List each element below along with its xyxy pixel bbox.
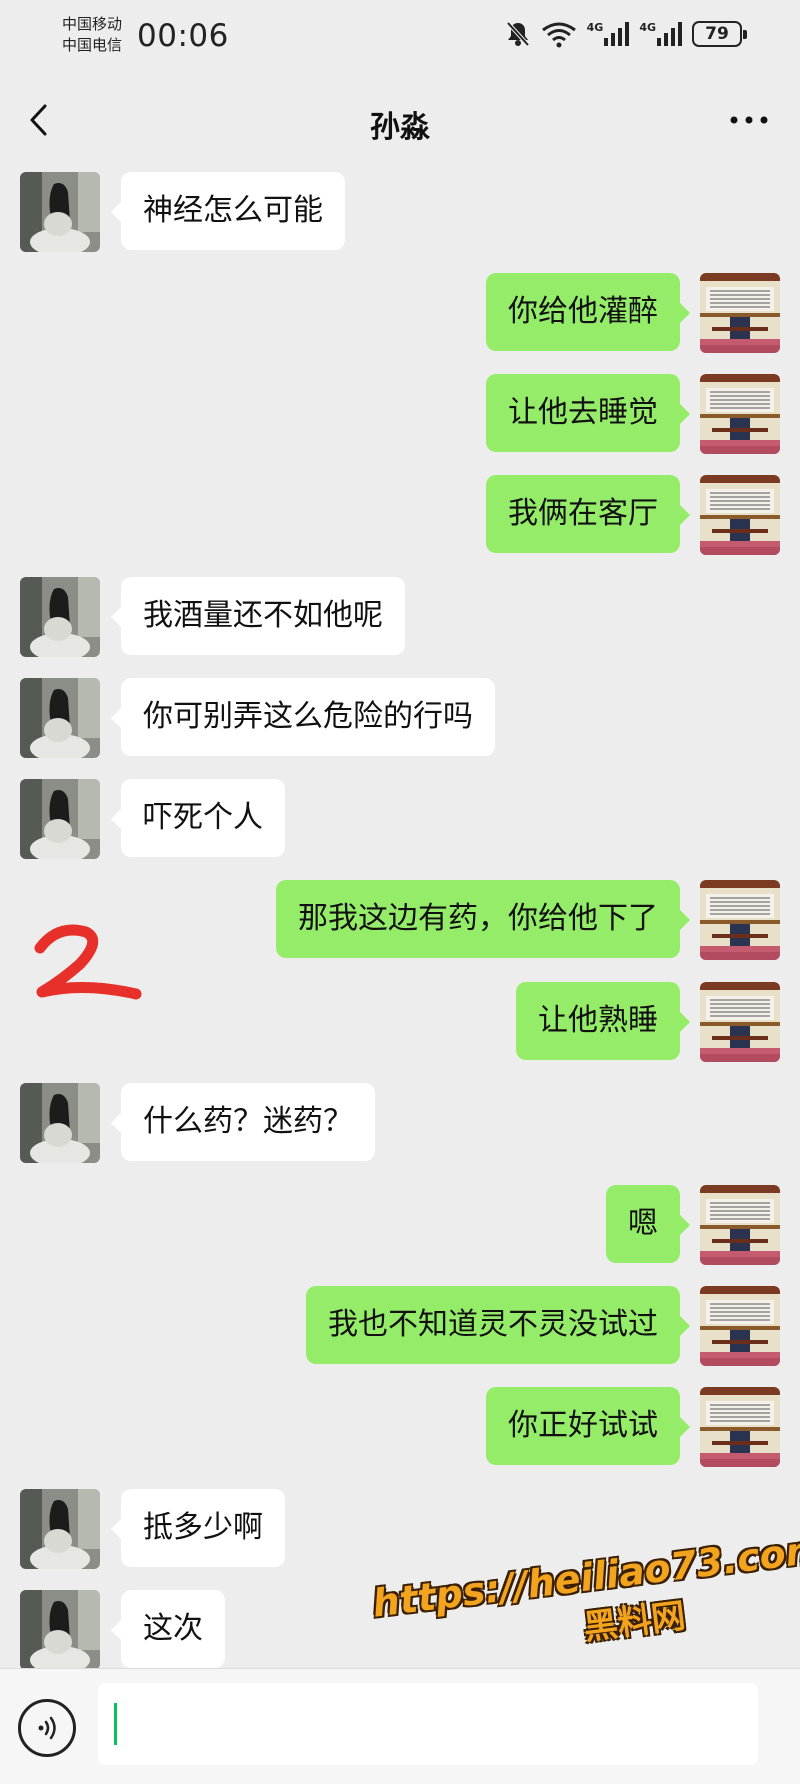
more-button[interactable] bbox=[726, 102, 772, 138]
carrier-1: 中国移动 bbox=[62, 15, 123, 33]
message-item: 神经怎么可能 bbox=[0, 172, 800, 252]
mute-bell-icon bbox=[505, 20, 531, 48]
self-avatar[interactable] bbox=[700, 1286, 780, 1366]
status-time: 00:06 bbox=[137, 18, 229, 54]
message-bubble[interactable]: 神经怎么可能 bbox=[111, 172, 345, 250]
chat-header: 孙淼 bbox=[0, 80, 800, 162]
message-bubble[interactable]: 那我这边有药，你给他下了 bbox=[276, 880, 690, 958]
input-bar bbox=[0, 1668, 800, 1784]
message-bubble[interactable]: 这次 bbox=[111, 1590, 225, 1668]
battery-icon: 79 bbox=[692, 21, 747, 47]
contact-avatar[interactable] bbox=[20, 678, 100, 758]
message-item: 让他去睡觉 bbox=[0, 374, 800, 454]
message-item: 我酒量还不如他呢 bbox=[0, 577, 800, 657]
network-type: 4G bbox=[586, 21, 604, 34]
message-item: 我俩在客厅 bbox=[0, 475, 800, 555]
message-item: 嗯 bbox=[0, 1185, 800, 1265]
message-bubble[interactable]: 你可别弄这么危险的行吗 bbox=[111, 678, 495, 756]
chat-title: 孙淼 bbox=[370, 110, 430, 145]
message-item: 你正好试试 bbox=[0, 1387, 800, 1467]
contact-avatar[interactable] bbox=[20, 1489, 100, 1569]
message-bubble[interactable]: 我俩在客厅 bbox=[486, 475, 690, 553]
message-bubble[interactable]: 让他去睡觉 bbox=[486, 374, 690, 452]
self-avatar[interactable] bbox=[700, 273, 780, 353]
self-avatar[interactable] bbox=[700, 1185, 780, 1265]
signal-icon: 4G bbox=[587, 21, 630, 47]
self-avatar[interactable] bbox=[700, 982, 780, 1062]
message-item: 吓死个人 bbox=[0, 779, 800, 859]
battery-level: 79 bbox=[705, 24, 729, 44]
contact-avatar[interactable] bbox=[20, 172, 100, 252]
message-bubble[interactable]: 什么药？迷药？ bbox=[111, 1083, 375, 1161]
network-type: 4G bbox=[639, 21, 656, 34]
contact-avatar[interactable] bbox=[20, 577, 100, 657]
contact-avatar[interactable] bbox=[20, 1083, 100, 1163]
message-bubble[interactable]: 我也不知道灵不灵没试过 bbox=[306, 1286, 690, 1364]
self-avatar[interactable] bbox=[700, 374, 780, 454]
message-bubble[interactable]: 你给他灌醉 bbox=[486, 273, 690, 351]
wifi-icon bbox=[541, 20, 577, 48]
voice-button[interactable] bbox=[18, 1699, 76, 1757]
message-bubble[interactable]: 抵多少啊 bbox=[111, 1489, 285, 1567]
contact-avatar[interactable] bbox=[20, 1590, 100, 1670]
self-avatar[interactable] bbox=[700, 880, 780, 960]
more-dots-icon bbox=[730, 116, 768, 124]
carrier-2: 中国电信 bbox=[62, 36, 123, 54]
message-bubble[interactable]: 让他熟睡 bbox=[516, 982, 690, 1060]
self-avatar[interactable] bbox=[700, 475, 780, 555]
contact-avatar[interactable] bbox=[20, 779, 100, 859]
handwritten-annotation bbox=[28, 918, 148, 1012]
message-item: 什么药？迷药？ bbox=[0, 1083, 800, 1163]
carrier-labels: 中国移动 中国电信 bbox=[62, 14, 122, 56]
handwritten-number-2 bbox=[34, 924, 142, 1000]
voice-icon bbox=[38, 1716, 56, 1740]
message-bubble[interactable]: 你正好试试 bbox=[486, 1387, 690, 1465]
status-bar: 中国移动 中国电信 00:06 4G 4G 79 bbox=[0, 0, 800, 76]
message-item: 我也不知道灵不灵没试过 bbox=[0, 1286, 800, 1366]
chat-screen: 中国移动 中国电信 00:06 4G 4G 79 孙淼 神经怎么可能 你给他灌醉… bbox=[0, 0, 800, 1784]
self-avatar[interactable] bbox=[700, 1387, 780, 1467]
message-bubble[interactable]: 吓死个人 bbox=[111, 779, 285, 857]
message-bubble[interactable]: 嗯 bbox=[606, 1185, 690, 1263]
message-item: 你可别弄这么危险的行吗 bbox=[0, 678, 800, 758]
message-bubble[interactable]: 我酒量还不如他呢 bbox=[111, 577, 405, 655]
message-item: 你给他灌醉 bbox=[0, 273, 800, 353]
text-caret bbox=[114, 1703, 117, 1745]
message-input[interactable] bbox=[98, 1683, 758, 1765]
status-icons: 4G 4G 79 bbox=[505, 20, 747, 48]
signal-icon: 4G bbox=[639, 21, 682, 47]
